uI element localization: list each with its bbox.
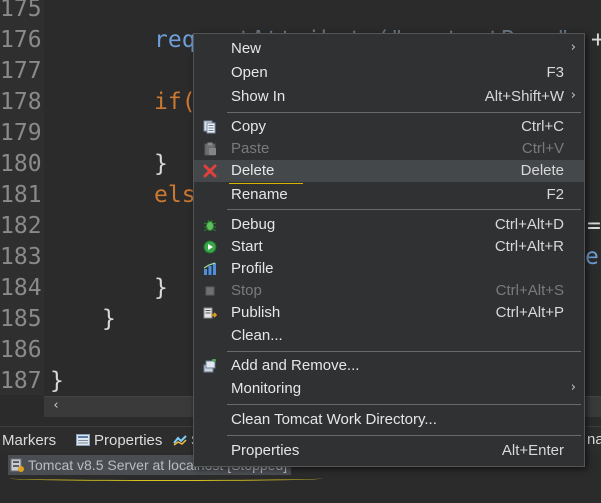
- menu-item-label: Monitoring: [231, 380, 302, 397]
- line-number: 179: [0, 120, 42, 146]
- chevron-left-icon[interactable]: ‹: [48, 398, 64, 414]
- menu-item-label: Profile: [231, 260, 274, 277]
- publish-icon: [203, 306, 218, 320]
- code-token: }: [102, 306, 116, 332]
- stop-icon: [203, 284, 217, 298]
- menu-item-paste: Paste Ctrl+V: [194, 138, 584, 160]
- code-token: }: [50, 368, 64, 394]
- menu-item-shortcut: Ctrl+Alt+P: [495, 304, 564, 321]
- paste-icon: [203, 142, 217, 156]
- delete-icon: [203, 164, 217, 178]
- line-number: 187: [0, 368, 42, 394]
- menu-item-shortcut: Delete: [520, 162, 564, 179]
- line-number: 178: [0, 89, 42, 115]
- menu-item-clean-tomcat-work-directory[interactable]: Clean Tomcat Work Directory...: [194, 409, 584, 431]
- menu-item-debug[interactable]: Debug Ctrl+Alt+D: [194, 214, 584, 236]
- menu-item-rename[interactable]: Rename F2: [194, 184, 584, 206]
- code-keyword: els: [154, 182, 196, 208]
- menu-item-shortcut: F3: [546, 64, 564, 81]
- debug-icon: [203, 218, 217, 232]
- menu-item-label: Properties: [231, 442, 300, 459]
- line-number: 176: [0, 27, 42, 53]
- menu-item-start[interactable]: Start Ctrl+Alt+R: [194, 236, 584, 258]
- menu-item-add-and-remove[interactable]: Add and Remove...: [194, 355, 584, 377]
- line-number: 186: [0, 337, 42, 363]
- line-number: 180: [0, 151, 42, 177]
- menu-item-monitoring[interactable]: Monitoring ›: [194, 378, 584, 400]
- menu-item-shortcut: Alt+Enter: [501, 442, 564, 459]
- code-token: +: [591, 27, 601, 53]
- chevron-right-icon: ›: [570, 40, 576, 55]
- code-token: }: [154, 151, 168, 177]
- menu-item-profile[interactable]: Profile: [194, 258, 584, 280]
- copy-icon: [203, 120, 217, 134]
- start-icon: [203, 240, 217, 254]
- selection-underline: [10, 476, 322, 481]
- servers-icon: [173, 432, 187, 446]
- context-menu: New › Open F3 Show In Alt+Shift+W › Copy…: [193, 33, 585, 467]
- add-remove-icon: [203, 358, 217, 373]
- menu-item-label: Paste: [231, 140, 270, 157]
- menu-item-shortcut: Ctrl+Alt+D: [494, 216, 564, 233]
- menu-item-label: Open: [231, 64, 268, 81]
- menu-item-show-in[interactable]: Show In Alt+Shift+W ›: [194, 86, 584, 108]
- menu-separator: [227, 435, 581, 436]
- menu-item-label: Clean Tomcat Work Directory...: [231, 411, 437, 428]
- menu-separator: [227, 112, 581, 113]
- line-number: 182: [0, 213, 42, 239]
- menu-item-label: Stop: [231, 282, 262, 299]
- properties-icon: [76, 432, 90, 446]
- tab-label: Properties: [94, 432, 163, 449]
- code-token: req: [154, 27, 196, 53]
- menu-item-open[interactable]: Open F3: [194, 62, 584, 84]
- menu-item-shortcut: Ctrl+Alt+R: [494, 238, 564, 255]
- line-number-gutter: 175 176 177 178 179 180 181 182 183 184 …: [0, 0, 44, 395]
- code-token: es: [585, 244, 601, 270]
- menu-item-label: Delete: [231, 162, 275, 179]
- menu-item-label: Rename: [231, 186, 288, 203]
- line-number: 175: [0, 0, 42, 22]
- tab-label: Markers: [2, 432, 57, 449]
- menu-separator: [227, 209, 581, 210]
- menu-item-label: Copy: [231, 118, 267, 135]
- menu-item-shortcut: F2: [546, 186, 564, 203]
- menu-item-new[interactable]: New ›: [194, 38, 584, 60]
- line-number: 181: [0, 182, 42, 208]
- tomcat-server-icon: [10, 457, 24, 472]
- tab-truncated-label[interactable]: na: [587, 431, 601, 448]
- menu-item-clean[interactable]: Clean...: [194, 325, 584, 347]
- menu-item-shortcut: Ctrl+Alt+S: [495, 282, 564, 299]
- menu-item-label: Add and Remove...: [231, 357, 360, 374]
- menu-item-delete[interactable]: Delete Delete: [194, 160, 584, 182]
- menu-item-label: Start: [231, 238, 263, 255]
- menu-item-label: Show In: [231, 88, 286, 105]
- menu-item-label: Clean...: [231, 327, 283, 344]
- chevron-right-icon: ›: [570, 88, 576, 103]
- menu-item-copy[interactable]: Copy Ctrl+C: [194, 116, 584, 138]
- chevron-right-icon: ›: [570, 380, 576, 395]
- menu-separator: [227, 351, 581, 352]
- code-token: }: [154, 275, 168, 301]
- line-number: 185: [0, 306, 42, 332]
- tab-markers[interactable]: Markers: [2, 431, 56, 451]
- menu-item-label: Publish: [231, 304, 281, 321]
- menu-item-shortcut: Alt+Shift+W: [484, 88, 564, 105]
- tab-properties[interactable]: Properties: [76, 431, 162, 451]
- menu-item-publish[interactable]: Publish Ctrl+Alt+P: [194, 302, 584, 324]
- line-number: 177: [0, 58, 42, 84]
- menu-separator: [227, 404, 581, 405]
- menu-item-label: Debug: [231, 216, 276, 233]
- code-keyword: if(: [154, 89, 196, 115]
- line-number: 183: [0, 244, 42, 270]
- code-token: =: [587, 213, 601, 239]
- menu-item-properties[interactable]: Properties Alt+Enter: [194, 440, 584, 462]
- menu-item-shortcut: Ctrl+C: [521, 118, 564, 135]
- line-number: 184: [0, 275, 42, 301]
- menu-item-stop: Stop Ctrl+Alt+S: [194, 280, 584, 302]
- menu-item-shortcut: Ctrl+V: [521, 140, 564, 157]
- profile-icon: [203, 262, 217, 276]
- menu-item-label: New: [231, 40, 262, 57]
